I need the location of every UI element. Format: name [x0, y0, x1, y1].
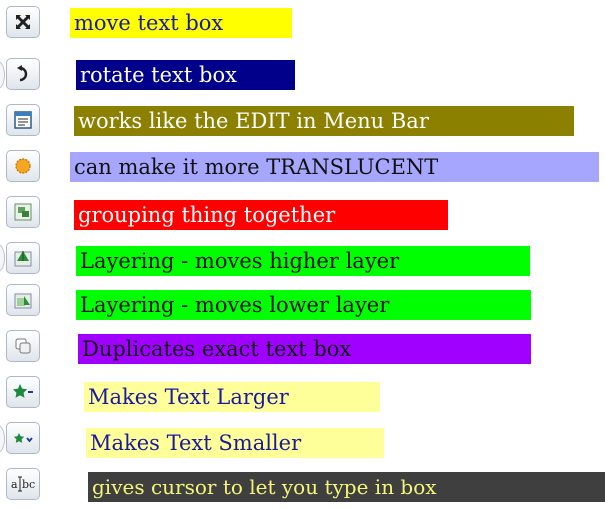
group-icon — [13, 202, 33, 222]
left-edge-handle — [0, 425, 5, 453]
type-cursor-icon: a bc — [11, 475, 35, 493]
edit-icon — [13, 110, 33, 130]
layer-up-label: Layering - moves higher layer — [76, 246, 530, 276]
rotate-icon — [15, 65, 31, 83]
rotate-button[interactable] — [6, 58, 40, 90]
text-smaller-label: Makes Text Smaller — [86, 428, 384, 458]
layer-up-button[interactable] — [6, 242, 40, 274]
layer-up-icon — [13, 248, 33, 268]
edit-button[interactable] — [6, 104, 40, 136]
group-label: grouping thing together — [74, 200, 448, 230]
translucent-button[interactable] — [6, 150, 40, 182]
type-cursor-button[interactable]: a bc — [6, 468, 40, 500]
rotate-label: rotate text box — [76, 60, 295, 90]
translucent-label: can make it more TRANSLUCENT — [70, 152, 599, 182]
move-button[interactable] — [6, 6, 40, 38]
translucent-icon — [13, 156, 33, 176]
text-larger-label: Makes Text Larger — [84, 382, 380, 412]
text-larger-button[interactable] — [6, 376, 40, 408]
group-button[interactable] — [6, 196, 40, 228]
duplicate-button[interactable] — [6, 330, 40, 362]
svg-text:a: a — [11, 478, 18, 491]
layer-down-icon — [13, 290, 33, 310]
type-cursor-label: gives cursor to let you type in box — [88, 472, 605, 502]
svg-text:bc: bc — [22, 478, 35, 491]
duplicate-label: Duplicates exact text box — [78, 334, 531, 364]
move-label: move text box — [70, 8, 292, 38]
left-edge-handle — [0, 244, 5, 272]
layer-down-label: Layering - moves lower layer — [76, 290, 531, 320]
move-icon — [14, 13, 32, 31]
text-smaller-icon — [12, 429, 34, 447]
text-smaller-button[interactable] — [6, 422, 40, 454]
layer-down-button[interactable] — [6, 284, 40, 316]
edit-label: works like the EDIT in Menu Bar — [74, 106, 574, 136]
duplicate-icon — [13, 336, 33, 356]
text-larger-icon — [12, 383, 34, 401]
left-edge-handle — [0, 61, 5, 89]
